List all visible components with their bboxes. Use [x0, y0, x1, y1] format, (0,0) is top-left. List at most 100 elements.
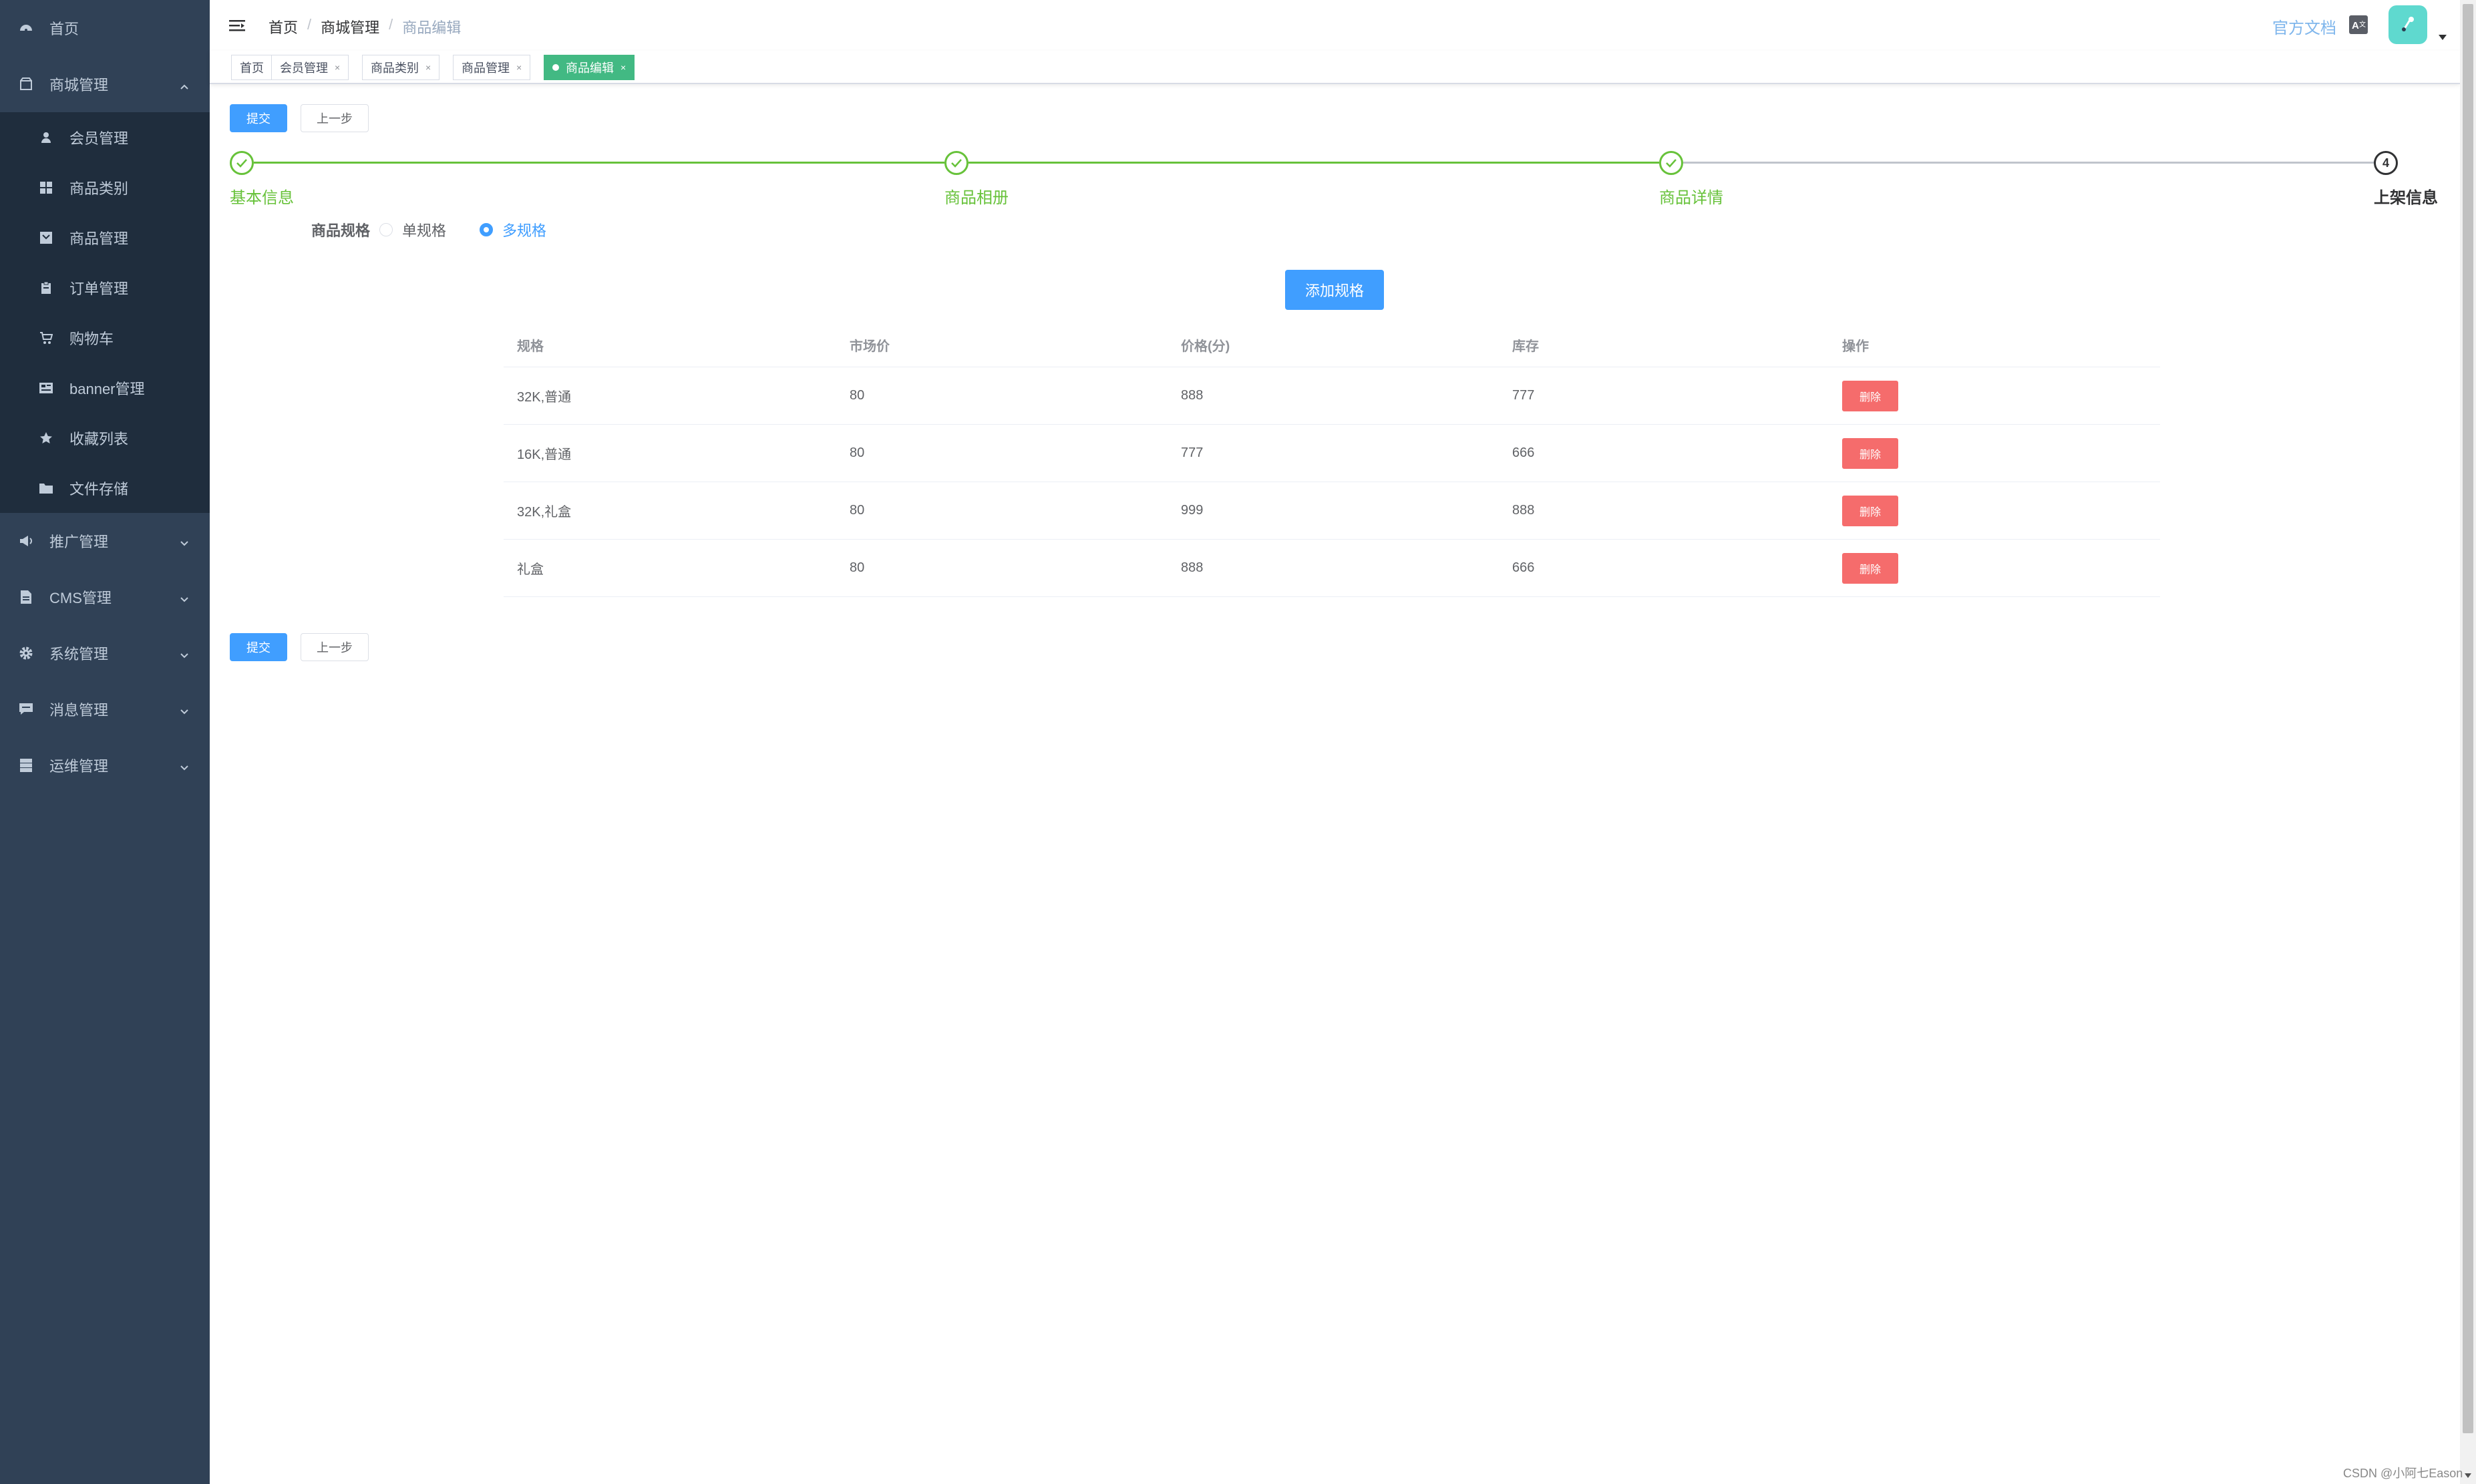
sidebar-subitem-categories[interactable]: 商品类别 — [0, 162, 210, 212]
submit-button-top[interactable]: 提交 — [230, 104, 287, 132]
sidebar-subitem-label: 会员管理 — [69, 130, 129, 147]
caret-down-icon[interactable] — [2438, 32, 2447, 40]
close-icon[interactable]: × — [516, 62, 522, 73]
prev-step-button-top[interactable]: 上一步 — [301, 104, 369, 132]
add-spec-button[interactable]: 添加规格 — [1285, 270, 1384, 310]
breadcrumb-home[interactable]: 首页 — [269, 16, 298, 37]
radio-circle — [379, 223, 393, 236]
sidebar-item-shop[interactable]: 商城管理 — [0, 56, 210, 112]
avatar[interactable] — [2389, 5, 2427, 44]
cell-market-price: 80 — [850, 445, 865, 460]
column-header: 操作 — [1842, 339, 1869, 354]
breadcrumb: 首页 / 商城管理 / 商品编辑 — [269, 16, 461, 37]
tag-label: 商品类别 — [371, 61, 419, 75]
sidebar-subitem-banner[interactable]: banner管理 — [0, 363, 210, 413]
sidebar-item-label: 首页 — [49, 21, 79, 37]
spec-label: 商品规格 — [311, 222, 371, 239]
hamburger-menu-icon[interactable] — [228, 17, 246, 35]
cart-icon — [39, 331, 53, 345]
tag-categories[interactable]: 商品类别 × — [362, 55, 440, 80]
sidebar-subitem-favorites[interactable]: 收藏列表 — [0, 413, 210, 463]
sidebar-item-ops[interactable]: 运维管理 — [0, 737, 210, 793]
sidebar-item-home[interactable]: 首页 — [0, 0, 210, 56]
sidebar: 首页 商城管理 会员管理 商品类别 商品管理 订单管理 购物车 banner管理… — [0, 0, 210, 1484]
table-header: 规格 市场价 价格(分) 库存 操作 — [504, 323, 2160, 367]
sidebar-subitem-label: 商品类别 — [69, 180, 129, 197]
server-icon — [19, 758, 33, 773]
step-title-details: 商品详情 — [1659, 189, 1723, 207]
chevron-down-icon — [179, 704, 190, 715]
radio-single-spec[interactable]: 单规格 — [379, 219, 446, 240]
sidebar-subitem-members[interactable]: 会员管理 — [0, 112, 210, 162]
message-icon — [19, 702, 33, 717]
radio-label: 多规格 — [502, 222, 547, 239]
watermark: CSDN @小阿七Eason — [2343, 1467, 2463, 1480]
sidebar-subitem-storage[interactable]: 文件存储 — [0, 463, 210, 513]
dashboard-icon — [19, 21, 33, 35]
sidebar-item-system[interactable]: 系统管理 — [0, 625, 210, 681]
step-title-basic-info: 基本信息 — [230, 189, 294, 207]
breadcrumb-current: 商品编辑 — [402, 19, 462, 36]
column-header: 市场价 — [850, 339, 890, 354]
table-row: 32K,普通 80 888 777 删除 — [504, 367, 2160, 425]
vertical-scrollbar[interactable] — [2460, 0, 2476, 1484]
step-line — [1683, 162, 2374, 164]
step-title-listing-info: 上架信息 — [2374, 189, 2438, 207]
sidebar-subitem-orders[interactable]: 订单管理 — [0, 262, 210, 313]
sidebar-subitem-goods[interactable]: 商品管理 — [0, 212, 210, 262]
tag-label: 商品编辑 — [566, 61, 614, 75]
scrollbar-thumb[interactable] — [2463, 4, 2473, 1433]
cell-stock: 777 — [1512, 388, 1535, 403]
promotion-icon — [19, 534, 33, 548]
breadcrumb-shop[interactable]: 商城管理 — [321, 16, 379, 37]
table-row: 16K,普通 80 777 666 删除 — [504, 425, 2160, 482]
cell-spec: 32K,礼盒 — [517, 505, 572, 520]
official-docs-link[interactable]: 官方文档 — [2272, 15, 2336, 38]
sidebar-item-label: 推广管理 — [49, 534, 109, 550]
close-icon[interactable]: × — [425, 62, 431, 73]
tag-home[interactable]: 首页 — [231, 55, 273, 80]
scroll-down-arrow-icon[interactable] — [2464, 1471, 2472, 1479]
chevron-down-icon — [179, 592, 190, 602]
goods-icon — [39, 230, 53, 245]
delete-button[interactable]: 删除 — [1842, 437, 1898, 469]
check-icon — [944, 151, 968, 175]
chevron-down-icon — [179, 536, 190, 546]
sidebar-item-label: 消息管理 — [49, 702, 109, 719]
sidebar-item-label: 运维管理 — [49, 758, 109, 775]
step-line — [968, 162, 1659, 164]
sidebar-item-label: CMS管理 — [49, 590, 112, 606]
spec-table: 规格 市场价 价格(分) 库存 操作 32K,普通 80 888 777 删除 … — [504, 323, 2160, 597]
sidebar-item-promotion[interactable]: 推广管理 — [0, 513, 210, 569]
cell-market-price: 80 — [850, 388, 865, 403]
close-icon[interactable]: × — [621, 62, 626, 73]
sidebar-item-cms[interactable]: CMS管理 — [0, 569, 210, 625]
tag-goods[interactable]: 商品管理 × — [453, 55, 531, 80]
shop-icon — [19, 77, 33, 91]
step-number: 4 — [2374, 151, 2398, 175]
prev-step-button-bottom[interactable]: 上一步 — [301, 633, 369, 661]
language-icon[interactable]: A文 — [2348, 15, 2368, 35]
tag-label: 商品管理 — [462, 61, 510, 75]
close-icon[interactable]: × — [335, 62, 340, 73]
svg-text:A: A — [2352, 20, 2359, 31]
sidebar-item-messages[interactable]: 消息管理 — [0, 681, 210, 737]
step-line — [254, 162, 944, 164]
user-icon — [39, 130, 53, 145]
delete-button[interactable]: 删除 — [1842, 552, 1898, 584]
delete-button[interactable]: 删除 — [1842, 380, 1898, 411]
delete-button[interactable]: 删除 — [1842, 495, 1898, 526]
step-title-album: 商品相册 — [944, 189, 1009, 207]
sidebar-subitem-cart[interactable]: 购物车 — [0, 313, 210, 363]
svg-text:文: 文 — [2359, 20, 2366, 29]
chevron-down-icon — [179, 648, 190, 659]
sidebar-subitem-label: 商品管理 — [69, 230, 129, 247]
submit-button-bottom[interactable]: 提交 — [230, 633, 287, 661]
radio-multi-spec[interactable]: 多规格 — [480, 219, 546, 240]
sidebar-item-label: 系统管理 — [49, 646, 109, 663]
table-row: 32K,礼盒 80 999 888 删除 — [504, 482, 2160, 540]
tag-members[interactable]: 会员管理 × — [271, 55, 349, 80]
tag-goods-edit[interactable]: 商品编辑 × — [544, 55, 635, 80]
gear-icon — [19, 646, 33, 661]
check-icon — [230, 151, 254, 175]
